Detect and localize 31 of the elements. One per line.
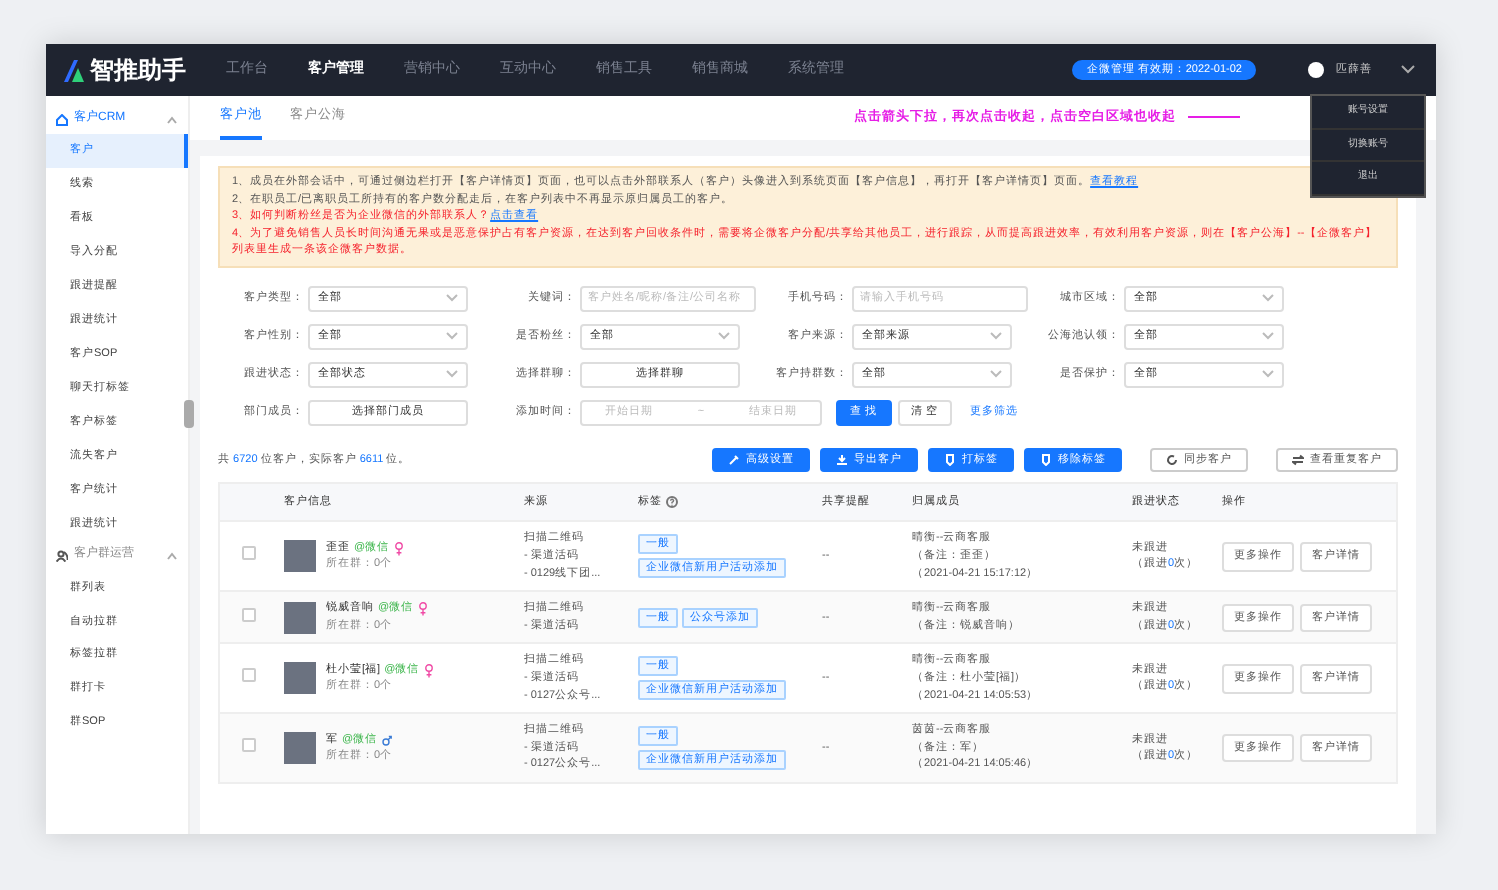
avatar-placeholder [284,662,316,695]
download-icon [836,453,848,466]
caret-icon [990,370,1002,379]
sync-icon [1166,453,1178,466]
tag-icon [944,453,956,466]
row-checkbox[interactable] [241,668,255,683]
caret-icon [718,332,730,341]
people-icon [56,549,68,562]
caret-icon [990,332,1002,341]
avatar-placeholder [284,601,316,634]
logo-icon [62,59,86,81]
row-checkbox[interactable] [241,737,255,752]
caret-icon [1262,332,1274,341]
leader-line [1188,116,1240,119]
caret-icon [446,294,458,303]
swap-icon [1292,453,1304,466]
tag-icon [1040,453,1052,466]
home-icon [56,113,68,125]
collapse-handle[interactable] [184,400,194,428]
row-checkbox[interactable] [241,607,255,622]
app-logo-text: 智推助手 [90,54,186,88]
row-checkbox[interactable] [241,546,255,561]
wrench-icon [728,453,740,466]
caret-icon [1262,370,1274,379]
caret-icon [446,370,458,379]
avatar-placeholder [284,540,316,573]
caret-icon [1262,294,1274,303]
user-avatar [1308,62,1324,78]
chevron-down-icon[interactable] [1400,64,1416,76]
caret-icon [446,332,458,341]
avatar-placeholder [284,732,316,765]
